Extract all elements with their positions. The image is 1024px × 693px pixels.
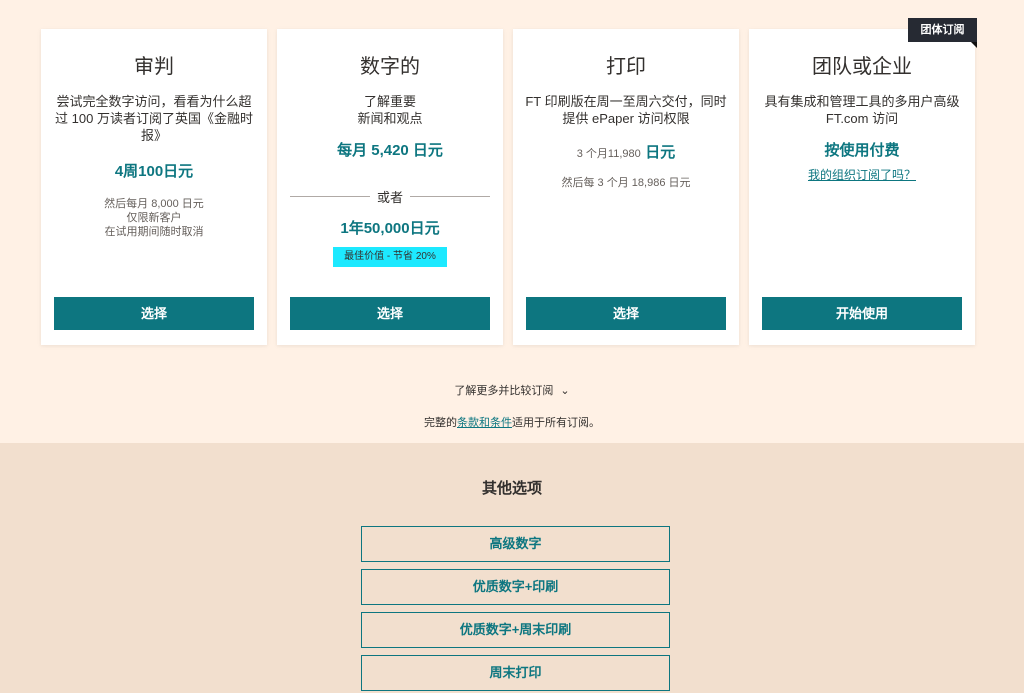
- select-digital-button[interactable]: 选择: [290, 297, 490, 330]
- plan-title: 审判: [134, 54, 174, 78]
- learn-more-label: 了解更多并比较订阅: [454, 385, 554, 397]
- plans-section: 审判 尝试完全数字访问，看看为什么超过 100 万读者订阅了英国《金融时报》 4…: [0, 0, 1024, 443]
- other-options-title: 其他选项: [481, 480, 542, 497]
- plan-title: 数字的: [360, 54, 420, 78]
- other-options-section: 其他选项 高级数字 优质数字+印刷 优质数字+周末印刷 周末打印: [0, 443, 1024, 693]
- plan-card-team: 团队或企业 具有集成和管理工具的多用户高级 FT.com 访问 按使用付费 我的…: [749, 29, 975, 345]
- terms-notice: 完整的条款和条件适用于所有订阅。: [0, 414, 1024, 430]
- plan-note: 然后每月 8,000 日元: [104, 198, 204, 210]
- plan-price-amount: 3 个月11,980: [576, 148, 641, 160]
- learn-more-toggle[interactable]: 了解更多并比较订阅 ⌄: [0, 382, 1024, 398]
- chevron-down-icon: ⌄: [560, 385, 570, 397]
- plan-price: 3 个月11,980 日元: [513, 141, 739, 162]
- plan-description-line: 了解重要: [363, 94, 416, 109]
- select-trial-button[interactable]: 选择: [54, 297, 254, 330]
- plan-note: 在试用期间随时取消: [104, 226, 204, 238]
- plan-title: 团队或企业: [812, 54, 912, 78]
- plan-price: 按使用付费: [824, 142, 900, 159]
- terms-prefix: 完整的: [424, 417, 457, 429]
- organization-subscription-link[interactable]: 我的组织订阅了吗？: [808, 168, 916, 182]
- terms-link[interactable]: 条款和条件: [457, 417, 512, 429]
- plan-price-annual: 1年50,000日元: [340, 220, 440, 237]
- plan-note: 仅限新客户: [126, 212, 182, 224]
- get-started-button[interactable]: 开始使用: [762, 297, 962, 330]
- plan-description-line: 新闻和观点: [357, 111, 423, 126]
- select-print-button[interactable]: 选择: [526, 297, 726, 330]
- premium-digital-print-button[interactable]: 优质数字+印刷: [361, 569, 670, 605]
- plan-note: 然后每 3 个月 18,986 日元: [561, 177, 691, 189]
- plan-card-digital: 数字的 了解重要 新闻和观点 每月 5,420 日元 或者 1年50,000日元…: [277, 29, 503, 345]
- group-subscription-tag: 团体订阅: [908, 18, 977, 48]
- plan-price-currency: 日元: [645, 144, 676, 161]
- terms-suffix: 适用于所有订阅。: [512, 417, 600, 429]
- plan-title: 打印: [606, 54, 646, 78]
- premium-digital-button[interactable]: 高级数字: [361, 526, 670, 562]
- or-divider: 或者: [290, 187, 490, 206]
- best-value-badge: 最佳价值 - 节省 20%: [333, 247, 447, 267]
- plan-price: 4周100日元: [114, 163, 194, 180]
- plan-description: 具有集成和管理工具的多用户高级 FT.com 访问: [764, 94, 960, 126]
- weekend-print-button[interactable]: 周末打印: [361, 655, 670, 691]
- plan-card-trial: 审判 尝试完全数字访问，看看为什么超过 100 万读者订阅了英国《金融时报》 4…: [41, 29, 267, 345]
- plan-description: FT 印刷版在周一至周六交付，同时提供 ePaper 访问权限: [525, 94, 727, 126]
- plan-description: 尝试完全数字访问，看看为什么超过 100 万读者订阅了英国《金融时报》: [55, 94, 253, 143]
- plan-price: 每月 5,420 日元: [337, 142, 443, 159]
- plan-card-print: 打印 FT 印刷版在周一至周六交付，同时提供 ePaper 访问权限 3 个月1…: [513, 29, 739, 345]
- premium-digital-weekend-print-button[interactable]: 优质数字+周末印刷: [361, 612, 670, 648]
